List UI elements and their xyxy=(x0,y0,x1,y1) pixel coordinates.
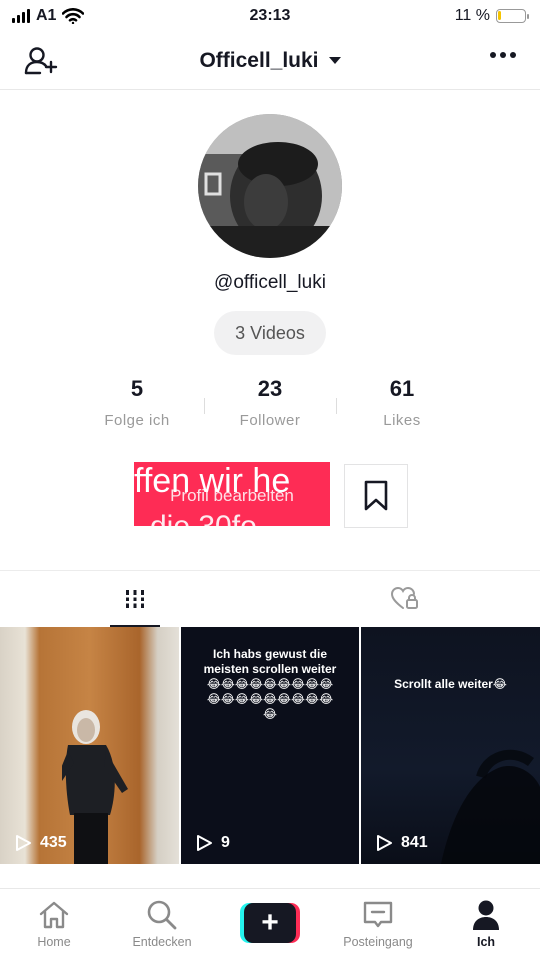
nav-label: Entdecken xyxy=(132,935,192,949)
nav-label: Home xyxy=(37,935,71,949)
play-icon xyxy=(377,835,392,851)
stat-label: Follower xyxy=(239,412,301,429)
nav-label: Ich xyxy=(476,935,496,949)
avatar[interactable] xyxy=(198,114,342,258)
nav-home[interactable]: Home xyxy=(0,899,108,949)
overlay-caption: die 30fo xyxy=(150,510,257,526)
view-count-value: 9 xyxy=(221,834,230,851)
create-icon: + xyxy=(244,903,296,943)
play-icon xyxy=(197,835,212,851)
video-tile[interactable]: Ich habs gewust die meisten scrollen wei… xyxy=(181,627,359,864)
video-grid: 435 Ich habs gewust die meisten scrollen… xyxy=(0,627,540,864)
bottom-nav: Home Entdecken + Posteingang Ich xyxy=(0,888,540,960)
avatar-image xyxy=(198,114,342,258)
home-icon xyxy=(39,901,69,929)
video-caption: Scrollt alle weiter😂 xyxy=(394,677,507,691)
view-count-value: 841 xyxy=(401,834,428,851)
bookmark-icon xyxy=(364,480,388,511)
stat-likes[interactable]: 61 Likes xyxy=(332,376,472,429)
view-count: 841 xyxy=(375,834,428,852)
profile-header: Officell_luki xyxy=(0,32,540,90)
play-icon xyxy=(16,835,31,851)
view-count: 435 xyxy=(14,834,67,852)
nav-discover[interactable]: Entdecken xyxy=(108,899,216,949)
profile-stats: 5 Folge ich 23 Follower 61 Likes xyxy=(0,376,540,436)
status-time: 23:13 xyxy=(249,7,291,24)
search-icon xyxy=(147,900,177,930)
status-bar: A1 23:13 11 % xyxy=(0,0,540,32)
profile-icon xyxy=(473,900,499,930)
content-tabs xyxy=(0,570,540,627)
stat-following[interactable]: 5 Folge ich xyxy=(67,376,207,429)
video-tile[interactable]: Scrollt alle weiter😂 841 xyxy=(361,627,540,864)
view-count-value: 435 xyxy=(40,834,67,851)
videos-count-pill[interactable]: 3 Videos xyxy=(214,311,326,355)
grid-icon xyxy=(124,590,146,608)
bookmark-button[interactable] xyxy=(344,464,408,528)
stat-followers[interactable]: 23 Follower xyxy=(200,376,340,429)
edit-profile-button[interactable]: ffen wir he Profil bearbeiten die 30fo xyxy=(134,462,330,526)
tab-videos[interactable] xyxy=(0,571,270,627)
nav-profile[interactable]: Ich xyxy=(432,899,540,949)
inbox-icon xyxy=(363,901,393,928)
video-thumbnail xyxy=(62,710,128,864)
stat-label: Folge ich xyxy=(104,412,170,429)
account-switcher[interactable]: Officell_luki xyxy=(199,48,341,73)
video-tile[interactable]: 435 xyxy=(0,627,179,864)
heart-lock-icon xyxy=(391,587,418,609)
more-icon[interactable] xyxy=(490,52,516,58)
header-username: Officell_luki xyxy=(199,48,319,72)
edit-profile-label: Profil bearbeiten xyxy=(170,486,294,505)
chevron-down-icon xyxy=(328,57,341,64)
nav-label: Posteingang xyxy=(343,935,413,949)
battery-fill xyxy=(498,11,501,20)
profile-handle: @officell_luki xyxy=(214,272,326,293)
stat-value: 61 xyxy=(389,376,415,401)
stat-value: 5 xyxy=(130,376,144,401)
nav-inbox[interactable]: Posteingang xyxy=(324,899,432,949)
video-caption: Ich habs gewust die meisten scrollen wei… xyxy=(203,647,337,721)
video-thumbnail xyxy=(441,749,540,864)
create-button[interactable]: + xyxy=(240,903,300,943)
tab-liked[interactable] xyxy=(270,571,540,627)
battery-icon xyxy=(496,9,529,23)
view-count: 9 xyxy=(195,834,230,852)
stat-value: 23 xyxy=(257,376,283,401)
add-user-icon[interactable] xyxy=(24,46,58,76)
stat-label: Likes xyxy=(383,412,421,429)
